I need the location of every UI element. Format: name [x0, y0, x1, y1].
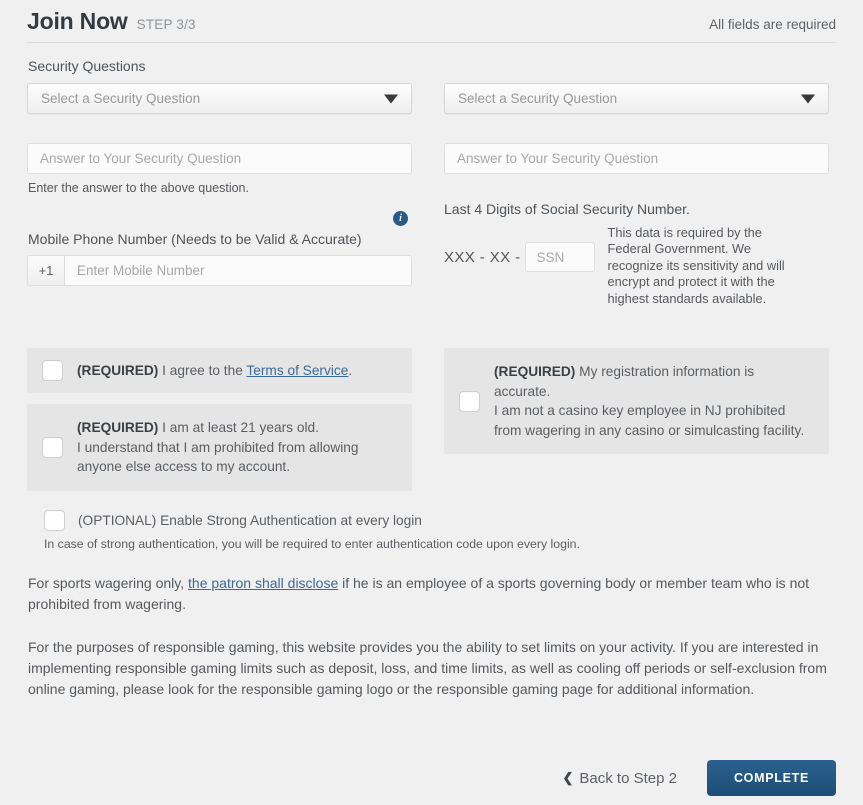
age-agreement-text: (REQUIRED) I am at least 21 years old. I … — [77, 418, 397, 477]
security-answer-1-placeholder: Answer to Your Security Question — [40, 151, 242, 166]
patron-disclose-link[interactable]: the patron shall disclose — [188, 575, 338, 591]
header-title-group: Join Now STEP 3/3 — [27, 8, 196, 35]
agreements-left-column: (REQUIRED) I agree to the Terms of Servi… — [27, 348, 412, 502]
age-line-2: I understand that I am prohibited from a… — [77, 439, 359, 475]
strong-auth-label: (OPTIONAL) Enable Strong Authentication … — [78, 513, 422, 528]
strong-auth-checkbox[interactable] — [44, 509, 65, 531]
back-to-step-2-label: Back to Step 2 — [579, 769, 677, 787]
security-question-1-select[interactable]: Select a Security Question — [27, 83, 412, 114]
accuracy-required-tag: (REQUIRED) — [494, 364, 576, 380]
security-answer-2-input[interactable]: Answer to Your Security Question — [444, 143, 829, 174]
agreements-right-column: (REQUIRED) My registration information i… — [444, 348, 829, 502]
strong-auth-optional-tag: (OPTIONAL) — [78, 512, 157, 528]
age-required-tag: (REQUIRED) — [77, 420, 159, 436]
terms-required-tag: (REQUIRED) — [77, 362, 159, 378]
sports-wagering-disclosure: For sports wagering only, the patron sha… — [28, 573, 828, 615]
ssn-placeholder: SSN — [536, 249, 565, 265]
ssn-mask-label: XXX - XX - — [444, 248, 521, 266]
security-answer-2-placeholder: Answer to Your Security Question — [457, 151, 659, 166]
chevron-left-icon: ❮ — [562, 770, 574, 785]
security-question-2-select[interactable]: Select a Security Question — [444, 83, 829, 114]
strong-auth-note: In case of strong authentication, you wi… — [44, 536, 580, 551]
strong-auth-label-text: Enable Strong Authentication at every lo… — [156, 512, 422, 528]
age-line-1: I am at least 21 years old. — [158, 420, 319, 436]
page-title: Join Now — [27, 8, 128, 34]
mobile-phone-placeholder: Enter Mobile Number — [77, 263, 205, 278]
terms-agreement-text: (REQUIRED) I agree to the Terms of Servi… — [77, 361, 352, 381]
country-code-prefix: +1 — [27, 255, 64, 286]
ssn-entry: XXX - XX - SSN — [444, 222, 595, 272]
accuracy-checkbox[interactable] — [459, 390, 480, 412]
strong-auth-row[interactable]: (OPTIONAL) Enable Strong Authentication … — [44, 509, 836, 531]
mobile-phone-label: Mobile Phone Number (Needs to be Valid &… — [28, 231, 362, 247]
ssn-note: This data is required by the Federal Gov… — [607, 225, 785, 306]
mobile-phone-group: +1 Enter Mobile Number — [27, 255, 412, 286]
sports-disclosure-before: For sports wagering only, — [28, 574, 189, 591]
agreements-area: (REQUIRED) I agree to the Terms of Servi… — [27, 348, 836, 502]
terms-text-after: . — [348, 362, 353, 378]
ssn-input[interactable]: SSN — [524, 242, 595, 272]
left-column: Select a Security Question Answer to You… — [27, 83, 412, 307]
back-to-step-2-link[interactable]: ❮ Back to Step 2 — [562, 770, 676, 787]
terms-of-service-link[interactable]: Terms of Service — [246, 363, 348, 378]
step-indicator: STEP 3/3 — [136, 17, 196, 32]
info-icon[interactable]: i — [393, 211, 408, 226]
terms-agreement-row[interactable]: (REQUIRED) I agree to the Terms of Servi… — [27, 348, 412, 394]
security-question-2-placeholder: Select a Security Question — [458, 91, 618, 106]
age-agreement-row[interactable]: (REQUIRED) I am at least 21 years old. I … — [27, 404, 412, 491]
join-now-page: Join Now STEP 3/3 All fields are require… — [0, 0, 863, 805]
ssn-group: XXX - XX - SSN This data is required by … — [444, 222, 829, 307]
security-question-1-placeholder: Select a Security Question — [41, 91, 201, 106]
accuracy-agreement-row[interactable]: (REQUIRED) My registration information i… — [444, 348, 829, 455]
security-answer-1-helper: Enter the answer to the above question. — [28, 181, 249, 195]
page-header: Join Now STEP 3/3 All fields are require… — [27, 0, 836, 43]
form-footer: ❮ Back to Step 2 COMPLETE — [562, 760, 836, 796]
complete-button[interactable]: COMPLETE — [706, 760, 836, 796]
accuracy-agreement-text: (REQUIRED) My registration information i… — [494, 362, 814, 440]
mobile-phone-input[interactable]: Enter Mobile Number — [64, 255, 412, 286]
fields-grid: Select a Security Question Answer to You… — [27, 83, 836, 307]
chevron-down-icon — [384, 94, 398, 103]
terms-checkbox[interactable] — [42, 360, 63, 382]
responsible-gaming-disclosure: For the purposes of responsible gaming, … — [28, 638, 827, 697]
security-questions-section-label: Security Questions — [28, 58, 146, 74]
terms-text-before: I agree to the — [158, 362, 247, 378]
all-fields-required-note: All fields are required — [709, 17, 836, 32]
phone-info-row: i — [27, 211, 412, 231]
age-checkbox[interactable] — [42, 436, 63, 458]
security-answer-1-input[interactable]: Answer to Your Security Question — [27, 143, 412, 174]
ssn-label: Last 4 Digits of Social Security Number. — [444, 201, 690, 217]
chevron-down-icon — [801, 94, 815, 103]
accuracy-line-2: I am not a casino key employee in NJ pro… — [494, 403, 805, 438]
right-column: Select a Security Question Answer to You… — [444, 83, 829, 307]
